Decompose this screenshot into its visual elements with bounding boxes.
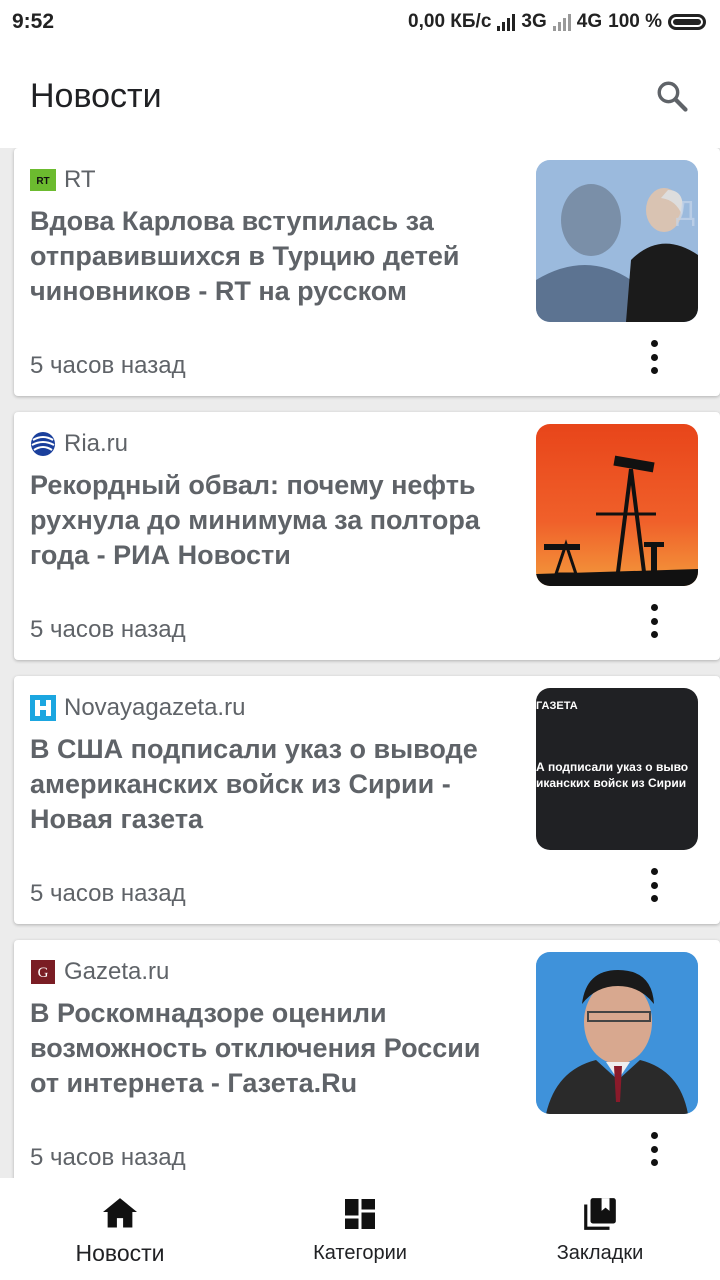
- thumbnail-caption-line-2: иканских войск из Сирии: [536, 776, 687, 790]
- article-card-novayagazeta[interactable]: Novayagazeta.ru В США подписали указ о в…: [14, 676, 720, 924]
- rt-logo-icon: RT: [30, 167, 56, 193]
- status-bar: 9:52 0,00 КБ/с 3G 4G 100 %: [0, 0, 720, 44]
- thumbnail-caption-line-1: А подписали указ о выво: [536, 760, 689, 774]
- article-source: Novayagazeta.ru: [30, 694, 245, 722]
- source-name: Gazeta.ru: [64, 958, 170, 985]
- signal-icon: [497, 13, 516, 31]
- article-time: 5 часов назад: [30, 1144, 186, 1171]
- article-thumbnail[interactable]: ГАЗЕТА А подписали указ о выво иканских …: [536, 688, 698, 850]
- bookmarks-icon: [581, 1194, 619, 1234]
- article-headline[interactable]: Вдова Карлова вступилась за отправившихс…: [30, 204, 500, 309]
- article-card-ria[interactable]: Ria.ru Рекордный обвал: почему нефть рух…: [14, 412, 720, 660]
- source-name: RT: [64, 166, 96, 193]
- article-time: 5 часов назад: [30, 352, 186, 379]
- network-speed: 0,00 КБ/с: [408, 11, 492, 32]
- nav-item-categories[interactable]: Категории: [240, 1194, 480, 1265]
- svg-text:G: G: [38, 965, 49, 981]
- dashboard-icon: [342, 1194, 378, 1234]
- source-name: Ria.ru: [64, 430, 129, 457]
- news-feed[interactable]: RT RT Вдова Карлова вступилась за отправ…: [0, 148, 720, 1178]
- article-card-rt[interactable]: RT RT Вдова Карлова вступилась за отправ…: [14, 148, 720, 396]
- article-thumbnail[interactable]: [536, 424, 698, 586]
- nav-label: Категории: [313, 1241, 407, 1264]
- nav-item-news[interactable]: Новости: [0, 1192, 240, 1267]
- more-options-icon[interactable]: [640, 868, 668, 902]
- battery-percent: 100 %: [608, 11, 662, 32]
- battery-icon: [668, 14, 706, 30]
- more-options-icon[interactable]: [640, 1132, 668, 1166]
- more-options-icon[interactable]: [640, 604, 668, 638]
- search-icon[interactable]: [652, 76, 692, 116]
- article-thumbnail[interactable]: Д: [536, 160, 698, 322]
- status-indicators: 0,00 КБ/с 3G 4G 100 %: [408, 11, 706, 33]
- network-type-1: 3G: [521, 11, 547, 32]
- status-time: 9:52: [12, 10, 55, 33]
- article-source: RT RT: [30, 166, 96, 194]
- article-time: 5 часов назад: [30, 880, 186, 907]
- source-name: Novayagazeta.ru: [64, 694, 246, 721]
- article-thumbnail[interactable]: [536, 952, 698, 1114]
- svg-text:RT: RT: [36, 176, 49, 187]
- nav-item-bookmarks[interactable]: Закладки: [480, 1194, 720, 1265]
- more-options-icon[interactable]: [640, 340, 668, 374]
- article-headline[interactable]: В США подписали указ о выводе американск…: [30, 732, 500, 837]
- novayagazeta-logo-icon: [30, 695, 56, 721]
- article-source: Ria.ru: [30, 430, 128, 458]
- page-title: Новости: [30, 76, 162, 115]
- article-source: G Gazeta.ru: [30, 958, 169, 986]
- svg-text:Д: Д: [676, 195, 695, 226]
- signal-icon-2: [552, 13, 571, 31]
- network-type-2: 4G: [576, 11, 603, 32]
- article-time: 5 часов назад: [30, 616, 186, 643]
- gazeta-logo-icon: G: [30, 959, 56, 985]
- home-icon: [101, 1192, 139, 1232]
- thumbnail-caption-top: ГАЗЕТА: [536, 700, 578, 712]
- ria-logo-icon: [30, 431, 56, 457]
- article-headline[interactable]: Рекордный обвал: почему нефть рухнула до…: [30, 468, 500, 573]
- nav-label: Новости: [75, 1239, 165, 1266]
- bottom-navigation: Новости Категории Закладки: [0, 1178, 720, 1280]
- article-card-gazeta[interactable]: G Gazeta.ru В Роскомнадзоре оценили возм…: [14, 940, 720, 1178]
- nav-label: Закладки: [556, 1241, 644, 1264]
- article-headline[interactable]: В Роскомнадзоре оценили возможность откл…: [30, 996, 500, 1101]
- app-bar: Новости: [0, 44, 720, 148]
